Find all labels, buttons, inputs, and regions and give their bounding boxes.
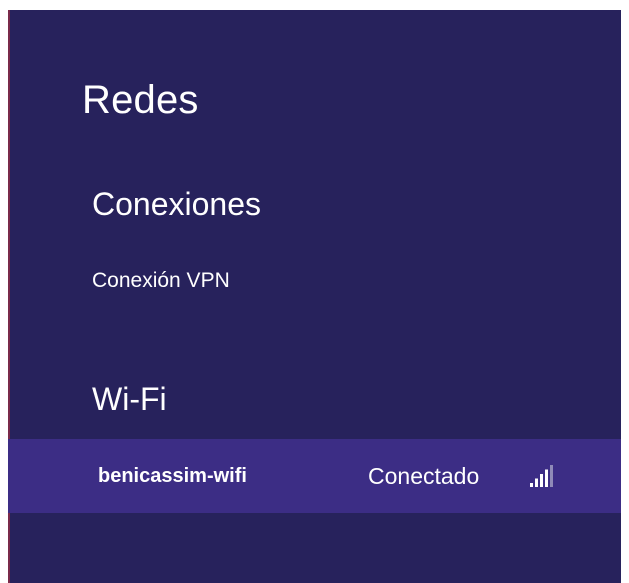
- connections-heading: Conexiones: [92, 186, 261, 222]
- networks-panel: Redes Conexiones Conexión VPN Wi-Fi beni…: [8, 10, 621, 583]
- signal-bar: [540, 474, 543, 487]
- signal-bar: [545, 469, 548, 487]
- wifi-signal-icon: [530, 465, 553, 487]
- signal-bar: [535, 478, 538, 487]
- signal-bar: [530, 483, 533, 487]
- signal-bar: [550, 465, 553, 487]
- network-name: benicassim-wifi: [98, 465, 247, 487]
- panel-title: Redes: [82, 78, 199, 122]
- vpn-connection-item[interactable]: Conexión VPN: [92, 270, 230, 291]
- wifi-network-item[interactable]: benicassim-wifi Conectado: [8, 439, 621, 513]
- network-status: Conectado: [368, 463, 480, 489]
- wifi-heading: Wi-Fi: [92, 381, 167, 417]
